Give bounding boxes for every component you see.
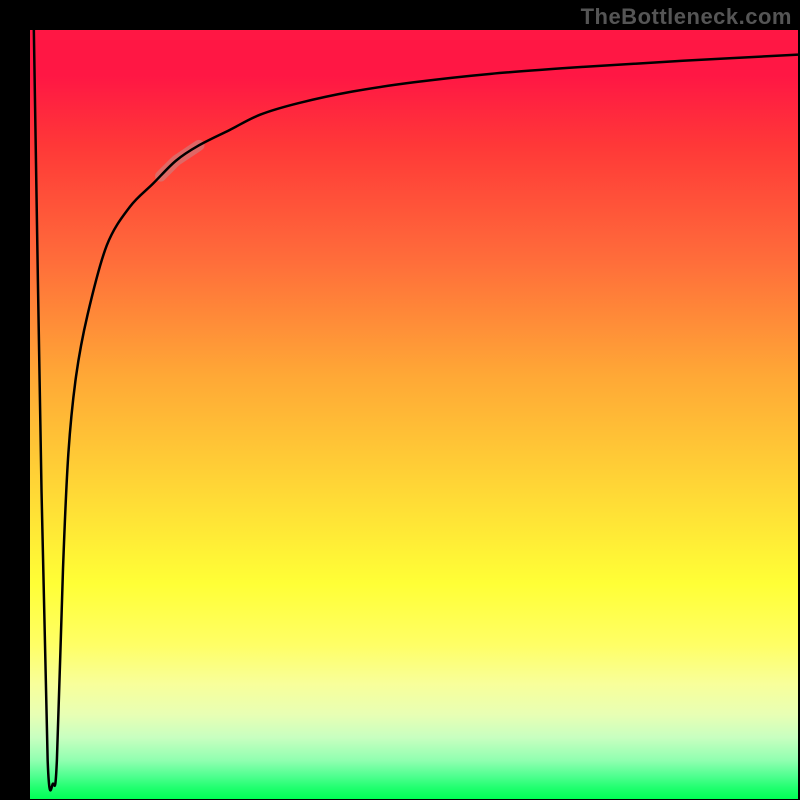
chart-container: TheBottleneck.com — [0, 0, 800, 800]
curve-svg — [30, 30, 798, 799]
watermark-label: TheBottleneck.com — [581, 4, 792, 30]
bottleneck-curve — [34, 30, 798, 790]
plot-area — [30, 30, 798, 799]
